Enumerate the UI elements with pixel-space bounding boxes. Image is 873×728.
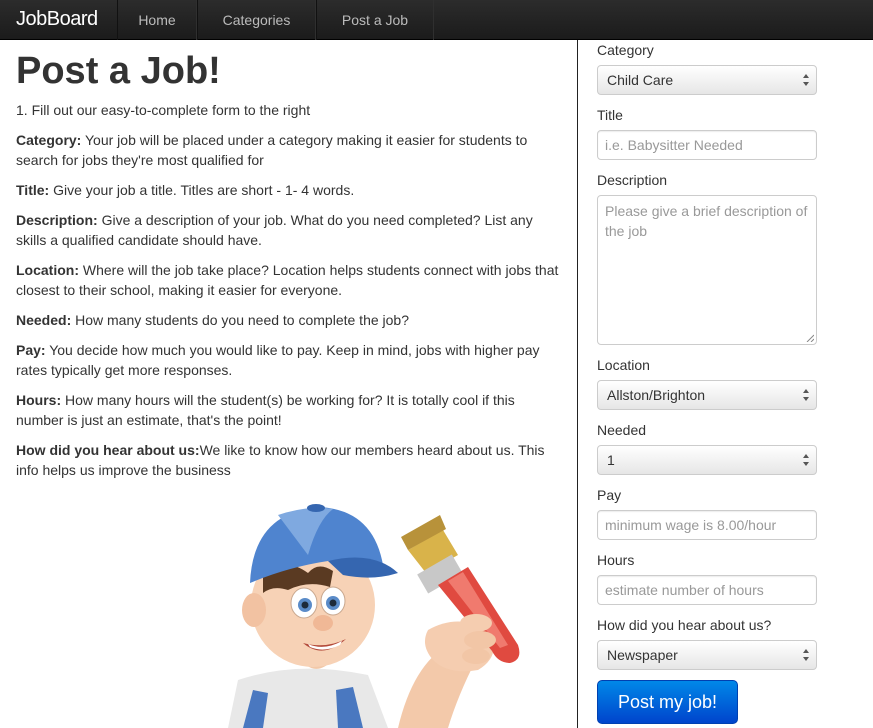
instruction-needed: Needed: How many students do you need to…	[16, 310, 561, 330]
instruction-text: How many students do you need to complet…	[71, 312, 409, 328]
title-label: Title	[597, 107, 623, 123]
location-label: Location	[597, 357, 650, 373]
column-divider	[577, 40, 578, 728]
hours-input[interactable]: estimate number of hours	[597, 575, 817, 605]
instruction-hours: Hours: How many hours will the student(s…	[16, 390, 561, 430]
referral-label: How did you hear about us?	[597, 617, 772, 633]
instruction-text: How many hours will the student(s) be wo…	[16, 392, 515, 428]
instruction-pay: Pay: You decide how much you would like …	[16, 340, 561, 380]
pay-label: Pay	[597, 487, 622, 503]
resize-handle-icon[interactable]	[806, 334, 814, 342]
instruction-term: Title:	[16, 182, 50, 198]
instruction-text: Your job will be placed under a category…	[16, 132, 528, 168]
navbar: JobBoard Home Categories Post a Job	[0, 0, 873, 40]
nav-post-a-job[interactable]: Post a Job	[316, 0, 434, 40]
title-input[interactable]: i.e. Babysitter Needed	[597, 130, 817, 160]
nav-categories[interactable]: Categories	[197, 0, 316, 40]
instruction-term: Description:	[16, 212, 98, 228]
nav-home[interactable]: Home	[117, 0, 197, 40]
instructions-column: Post a Job! 1. Fill out our easy-to-comp…	[16, 40, 561, 480]
category-select[interactable]: Child Care	[597, 65, 817, 95]
description-textarea[interactable]: Please give a brief description of the j…	[597, 195, 817, 345]
instruction-term: Needed:	[16, 312, 72, 328]
instruction-term: Hours:	[16, 392, 62, 408]
post-job-button[interactable]: Post my job!	[597, 680, 738, 724]
description-label: Description	[597, 172, 668, 188]
pay-input[interactable]: minimum wage is 8.00/hour	[597, 510, 817, 540]
painter-illustration	[228, 504, 520, 728]
select-arrows-icon	[803, 454, 809, 466]
instruction-text: You decide how much you would like to pa…	[16, 342, 540, 378]
select-arrows-icon	[803, 649, 809, 661]
instruction-term: Location:	[16, 262, 79, 278]
instruction-text: Where will the job take place? Location …	[16, 262, 559, 298]
hours-label: Hours	[597, 552, 635, 568]
instruction-location: Location: Where will the job take place?…	[16, 260, 561, 300]
select-arrows-icon	[803, 74, 809, 86]
instruction-category: Category: Your job will be placed under …	[16, 130, 561, 170]
description-placeholder: Please give a brief description of the j…	[605, 203, 808, 239]
category-value: Child Care	[607, 72, 674, 88]
referral-value: Newspaper	[607, 647, 678, 663]
instruction-referral: How did you hear about us:We like to kno…	[16, 440, 561, 480]
instruction-description: Description: Give a description of your …	[16, 210, 561, 250]
instruction-title: Title: Give your job a title. Titles are…	[16, 180, 561, 200]
category-label: Category	[597, 42, 654, 58]
needed-label: Needed	[597, 422, 647, 438]
instruction-term: How did you hear about us:	[16, 442, 200, 458]
instruction-term: Pay:	[16, 342, 46, 358]
needed-select[interactable]: 1	[597, 445, 817, 475]
page-title: Post a Job!	[16, 50, 221, 92]
location-value: Allston/Brighton	[607, 387, 706, 403]
needed-value: 1	[607, 452, 615, 468]
instruction-text: Give your job a title. Titles are short …	[49, 182, 355, 198]
referral-select[interactable]: Newspaper	[597, 640, 817, 670]
intro-text: 1. Fill out our easy-to-complete form to…	[16, 102, 311, 118]
select-arrows-icon	[803, 389, 809, 401]
location-select[interactable]: Allston/Brighton	[597, 380, 817, 410]
instruction-term: Category:	[16, 132, 82, 148]
brand-logo[interactable]: JobBoard	[16, 8, 98, 31]
